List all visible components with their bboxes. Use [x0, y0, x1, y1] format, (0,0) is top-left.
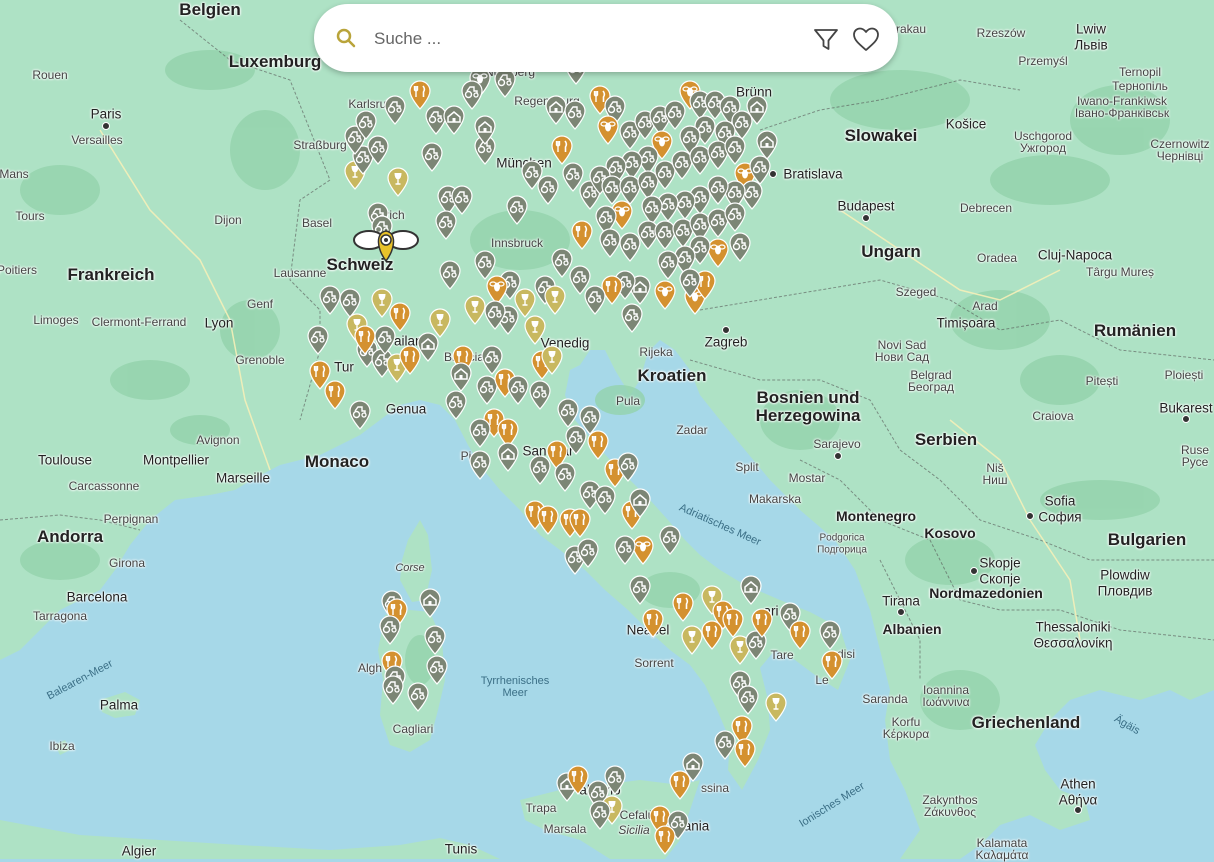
marker-tractor-icon[interactable] — [728, 232, 752, 262]
marker-tractor-icon[interactable] — [354, 110, 378, 140]
marker-tractor-icon[interactable] — [506, 375, 530, 405]
marker-tractor-icon[interactable] — [656, 250, 680, 280]
marker-tractor-icon[interactable] — [613, 535, 637, 565]
marker-tractor-icon[interactable] — [563, 100, 587, 130]
marker-restaurant-icon[interactable] — [700, 620, 724, 650]
dot-sofia — [1026, 512, 1034, 520]
marker-restaurant-icon[interactable] — [536, 505, 560, 535]
marker-tractor-icon[interactable] — [493, 68, 517, 98]
marker-tractor-icon[interactable] — [423, 625, 447, 655]
marker-honey-icon[interactable] — [596, 115, 620, 145]
marker-tractor-icon[interactable] — [536, 175, 560, 205]
marker-tractor-icon[interactable] — [438, 260, 462, 290]
marker-restaurant-icon[interactable] — [566, 765, 590, 795]
dot-tirana — [897, 608, 905, 616]
marker-shop-icon[interactable] — [473, 115, 497, 145]
marker-tractor-icon[interactable] — [383, 95, 407, 125]
search-input[interactable] — [372, 20, 796, 58]
dot-paris — [102, 122, 110, 130]
marker-restaurant-icon[interactable] — [668, 770, 692, 800]
current-location-bee-icon[interactable] — [353, 225, 419, 265]
marker-tractor-icon[interactable] — [736, 685, 760, 715]
marker-restaurant-icon[interactable] — [820, 650, 844, 680]
marker-tractor-icon[interactable] — [378, 615, 402, 645]
marker-tractor-icon[interactable] — [425, 655, 449, 685]
marker-tractor-icon[interactable] — [444, 390, 468, 420]
marker-tractor-icon[interactable] — [381, 675, 405, 705]
marker-tractor-icon[interactable] — [818, 620, 842, 650]
marker-wine-icon[interactable] — [386, 167, 410, 197]
marker-tractor-icon[interactable] — [420, 142, 444, 172]
marker-tractor-icon[interactable] — [468, 450, 492, 480]
marker-tractor-icon[interactable] — [460, 80, 484, 110]
marker-restaurant-icon[interactable] — [721, 608, 745, 638]
marker-restaurant-icon[interactable] — [641, 608, 665, 638]
marker-tractor-icon[interactable] — [528, 380, 552, 410]
dot-skopje — [970, 567, 978, 575]
marker-wine-icon[interactable] — [370, 288, 394, 318]
marker-tractor-icon[interactable] — [588, 800, 612, 830]
marker-tractor-icon[interactable] — [616, 452, 640, 482]
marker-wine-icon[interactable] — [523, 315, 547, 345]
marker-tractor-icon[interactable] — [576, 538, 600, 568]
marker-restaurant-icon[interactable] — [550, 135, 574, 165]
marker-wine-icon[interactable] — [543, 285, 567, 315]
marker-tractor-icon[interactable] — [593, 485, 617, 515]
marker-restaurant-icon[interactable] — [671, 592, 695, 622]
marker-tractor-icon[interactable] — [723, 202, 747, 232]
marker-tractor-icon[interactable] — [620, 303, 644, 333]
dot-zagreb — [722, 326, 730, 334]
marker-tractor-icon[interactable] — [628, 575, 652, 605]
marker-tractor-icon[interactable] — [306, 325, 330, 355]
filter-funnel-icon[interactable] — [811, 24, 841, 54]
dot-sarajevo — [834, 452, 842, 460]
marker-tractor-icon[interactable] — [505, 195, 529, 225]
marker-honey-icon[interactable] — [653, 280, 677, 310]
marker-tractor-icon[interactable] — [406, 682, 430, 712]
marker-restaurant-icon[interactable] — [733, 738, 757, 768]
marker-restaurant-icon[interactable] — [586, 430, 610, 460]
marker-shop-icon[interactable] — [739, 575, 763, 605]
marker-shop-icon[interactable] — [628, 488, 652, 518]
dot-budapest — [862, 214, 870, 222]
marker-restaurant-icon[interactable] — [570, 220, 594, 250]
marker-tractor-icon[interactable] — [473, 250, 497, 280]
marker-tractor-icon[interactable] — [550, 248, 574, 278]
marker-wine-icon[interactable] — [463, 295, 487, 325]
marker-shop-icon[interactable] — [449, 362, 473, 392]
search-icon[interactable] — [334, 26, 358, 50]
marker-tractor-icon[interactable] — [553, 462, 577, 492]
marker-tractor-icon[interactable] — [348, 400, 372, 430]
marker-restaurant-icon[interactable] — [398, 345, 422, 375]
marker-tractor-icon[interactable] — [678, 268, 702, 298]
marker-shop-icon[interactable] — [496, 442, 520, 472]
marker-restaurant-icon[interactable] — [323, 380, 347, 410]
marker-wine-icon[interactable] — [764, 692, 788, 722]
marker-restaurant-icon[interactable] — [653, 825, 677, 855]
marker-tractor-icon[interactable] — [556, 398, 580, 428]
marker-tractor-icon[interactable] — [468, 418, 492, 448]
search-bar — [314, 4, 898, 72]
marker-tractor-icon[interactable] — [658, 525, 682, 555]
marker-wine-icon[interactable] — [540, 345, 564, 375]
marker-tractor-icon[interactable] — [373, 325, 397, 355]
marker-tractor-icon[interactable] — [318, 285, 342, 315]
marker-tractor-icon[interactable] — [450, 185, 474, 215]
marker-restaurant-icon[interactable] — [568, 508, 592, 538]
marker-shop-icon[interactable] — [418, 588, 442, 618]
marker-tractor-icon[interactable] — [723, 135, 747, 165]
marker-restaurant-icon[interactable] — [750, 608, 774, 638]
heart-icon[interactable] — [851, 24, 881, 54]
dot-athen — [1074, 806, 1082, 814]
dot-bukarest — [1182, 415, 1190, 423]
marker-restaurant-icon[interactable] — [788, 620, 812, 650]
